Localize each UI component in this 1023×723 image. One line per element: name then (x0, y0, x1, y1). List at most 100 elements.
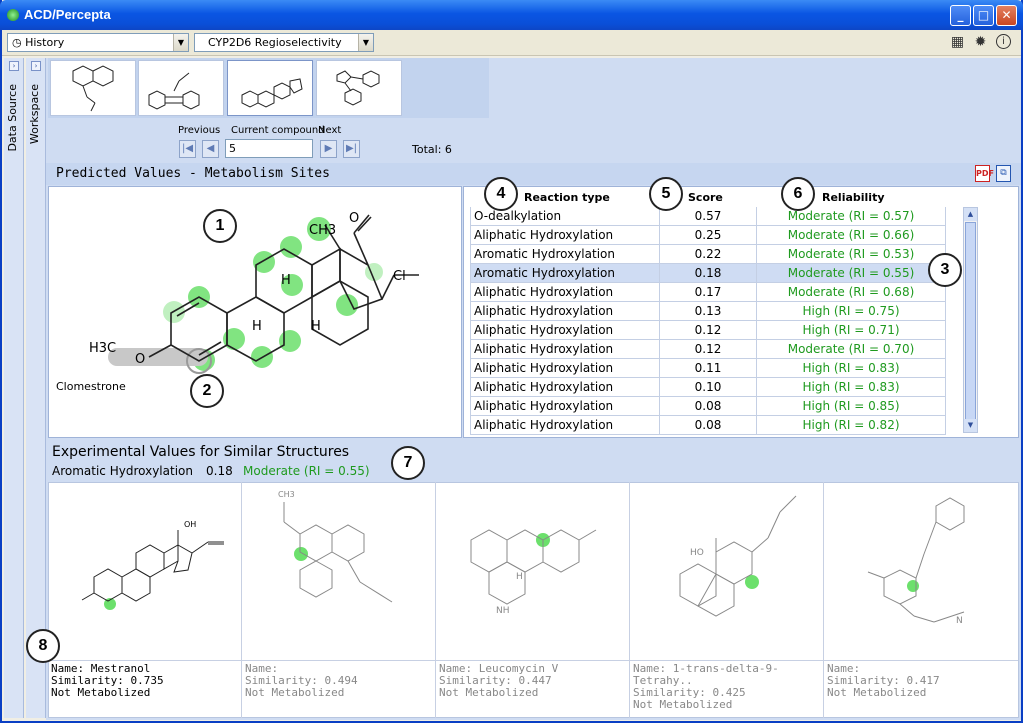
title-bar[interactable]: ACD/Percepta _ □ ✕ (0, 0, 1023, 30)
callout-1: 1 (203, 209, 237, 243)
table-row[interactable]: O-dealkylation 0.57 Moderate (RI = 0.57) (470, 207, 946, 226)
similar-structure-card[interactable]: HO Name: 1-trans-delta-9-Tetrahy.. Simil… (630, 482, 824, 718)
reliability-cell: Moderate (RI = 0.68) (756, 283, 946, 302)
compound-thumbnail[interactable] (316, 60, 402, 116)
structure-thumbnail-3 (241, 78, 303, 108)
atom-h: H (516, 572, 523, 582)
last-button[interactable]: ▶| (343, 140, 360, 158)
card-info: Name: 1-trans-delta-9-Tetrahy.. Similari… (630, 660, 824, 718)
similar-structure-card[interactable]: OH Name: Mestranol Similarity: 0.735 Not… (48, 482, 242, 718)
total-count: Total: 6 (412, 143, 452, 156)
column-reliability[interactable]: Reliability (822, 191, 885, 204)
scroll-thumb[interactable] (965, 222, 976, 420)
reaction-type-cell: Aliphatic Hydroxylation (470, 226, 660, 245)
score-cell: 0.17 (694, 285, 722, 299)
card-status: Not Metabolized (439, 686, 539, 699)
reaction-type-cell: Aliphatic Hydroxylation (470, 321, 660, 340)
table-row[interactable]: Aromatic Hydroxylation 0.22 Moderate (RI =… (470, 245, 946, 264)
score-cell: 0.08 (694, 418, 722, 432)
chevron-down-icon[interactable]: ▼ (358, 34, 373, 51)
predicted-title: Predicted Values - Metabolism Sites (56, 166, 330, 181)
close-button[interactable]: ✕ (996, 5, 1017, 26)
structure-leucomycin (470, 529, 597, 605)
table-row[interactable]: Aliphatic Hydroxylation 0.08 High (RI = 0.… (470, 397, 946, 416)
column-reaction-type[interactable]: Reaction type (524, 191, 610, 204)
atom-o-top: O (349, 211, 360, 226)
reliability-cell: High (RI = 0.85) (756, 397, 946, 416)
table-row[interactable]: Aliphatic Hydroxylation 0.08 High (RI = 0.… (470, 416, 946, 435)
module-dropdown-value: CYP2D6 Regioselectivity (208, 36, 342, 49)
similar-structure-card[interactable]: H NH Name: Leucomycin V Similarity: 0.44… (436, 482, 630, 718)
score-cell: 0.18 (694, 266, 722, 280)
reaction-type-cell: Aliphatic Hydroxylation (470, 283, 660, 302)
calculator-icon[interactable]: ▦ (949, 34, 966, 51)
score-cell: 0.22 (694, 247, 722, 261)
pdf-export-icon[interactable]: PDF (975, 165, 994, 182)
card-name: Name: 1-trans-delta-9-Tetrahy.. (633, 662, 779, 687)
atom-h3c: H3C (89, 341, 117, 356)
compound-thumbnail[interactable] (50, 60, 136, 116)
selected-score: 0.18 (206, 464, 233, 478)
copy-icon[interactable]: ⧉ (996, 165, 1011, 182)
maximize-button[interactable]: □ (973, 5, 994, 26)
table-row[interactable]: Aliphatic Hydroxylation 0.10 High (RI = 0.… (470, 378, 946, 397)
card-status: Not Metabolized (245, 686, 345, 699)
similar-structure-card[interactable]: N Name: Similarity: 0.417 Not Metabolize… (824, 482, 1018, 718)
reaction-type-cell: Aromatic Hydroxylation (470, 264, 660, 283)
expand-icon[interactable]: › (9, 61, 19, 71)
card-status: Not Metabolized (827, 686, 927, 699)
compound-thumbnail-selected[interactable] (227, 60, 313, 116)
table-row[interactable]: Aliphatic Hydroxylation 0.25 Moderate (RI … (470, 226, 946, 245)
info-icon[interactable]: i (996, 34, 1011, 49)
gear-icon[interactable]: ✹ (972, 34, 989, 51)
card-status: Not Metabolized (633, 698, 733, 711)
card-info: Name: Leucomycin V Similarity: 0.447 Not… (436, 660, 630, 718)
history-dropdown[interactable]: ◷ History ▼ (7, 33, 189, 52)
previous-button[interactable]: ◀ (202, 140, 219, 158)
scroll-down-icon[interactable]: ▼ (964, 419, 977, 432)
table-row[interactable]: Aliphatic Hydroxylation 0.12 High (RI = 0.… (470, 321, 946, 340)
atom-nh: NH (496, 606, 510, 616)
current-compound-label: Current compound (231, 125, 325, 136)
score-cell: 0.10 (694, 380, 722, 394)
table-row[interactable]: Aromatic Hydroxylation 0.18 Moderate (RI =… (470, 264, 946, 283)
scroll-up-icon[interactable]: ▲ (964, 208, 977, 221)
score-cell: 0.25 (694, 228, 722, 242)
data-source-tab[interactable]: › Data Source (4, 58, 24, 718)
first-button[interactable]: |◀ (179, 140, 196, 158)
atom-h-1: H (281, 273, 291, 288)
metabolism-site-highlights (163, 217, 383, 371)
window-title: ACD/Percepta (24, 7, 111, 22)
structure-card-5 (867, 497, 965, 623)
chevron-down-icon[interactable]: ▼ (173, 34, 188, 51)
reliability-cell: High (RI = 0.71) (756, 321, 946, 340)
table-row[interactable]: Aliphatic Hydroxylation 0.13 High (RI = 0.… (470, 302, 946, 321)
workspace-tab[interactable]: › Workspace (26, 58, 46, 718)
table-row[interactable]: Aliphatic Hydroxylation 0.12 Moderate (RI … (470, 340, 946, 359)
card-info: Name: Similarity: 0.417 Not Metabolized (824, 660, 1018, 718)
selected-reliability: Moderate (RI = 0.55) (243, 464, 370, 478)
atom-h-2: H (252, 319, 262, 334)
structure-thc (679, 495, 797, 617)
structure-panel: O CH3 O Cl H H H H3C O Clomestrone ⎘ ⧉ ▰… (48, 186, 462, 616)
table-row[interactable]: Aliphatic Hydroxylation 0.17 Moderate (RI … (470, 283, 946, 302)
expand-icon[interactable]: › (31, 61, 41, 71)
next-button[interactable]: ▶ (320, 140, 337, 158)
table-row[interactable]: Aliphatic Hydroxylation 0.11 High (RI = 0.… (470, 359, 946, 378)
reaction-type-cell: Aliphatic Hydroxylation (470, 340, 660, 359)
callout-3: 3 (928, 253, 962, 287)
module-dropdown[interactable]: CYP2D6 Regioselectivity ▼ (194, 33, 374, 52)
similar-structure-card[interactable]: CH3 Name: Similarity: 0.494 Not Metaboli… (242, 482, 436, 718)
results-scrollbar[interactable]: ▲ ▼ (963, 207, 978, 433)
atom-h-3: H (311, 319, 321, 334)
current-compound-input[interactable]: 5 (225, 139, 313, 158)
callout-6: 6 (781, 177, 815, 211)
minimize-button[interactable]: _ (950, 5, 971, 26)
toolbar: ◷ History ▼ CYP2D6 Regioselectivity ▼ ▦ … (2, 30, 1021, 56)
column-score[interactable]: Score (688, 191, 723, 204)
atom-ho: HO (690, 548, 704, 558)
compound-thumbnail[interactable] (138, 60, 224, 116)
experimental-header: Experimental Values for Similar Structur… (46, 440, 1021, 482)
reliability-cell: Moderate (RI = 0.53) (756, 245, 946, 264)
data-source-label: Data Source (6, 84, 19, 152)
